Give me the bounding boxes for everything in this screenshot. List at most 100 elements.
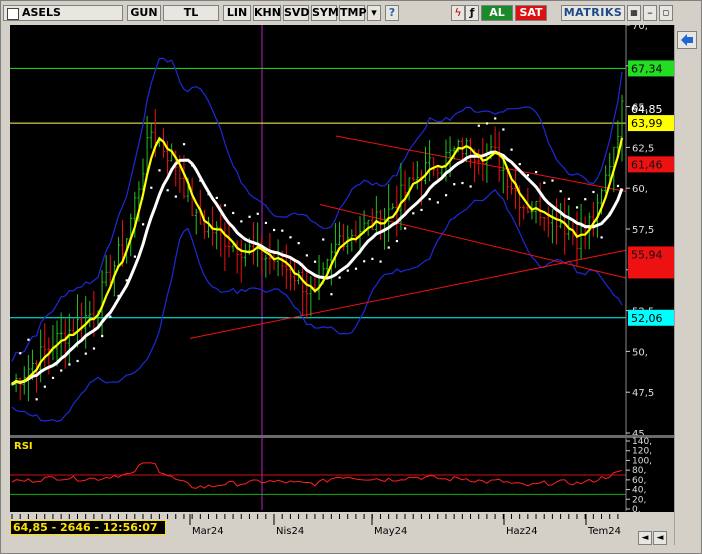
candle: [71, 318, 75, 335]
sar-dot: [313, 260, 317, 263]
zoom-out-button[interactable]: ◄: [638, 531, 652, 545]
price-tick-label: 62,5: [632, 143, 654, 154]
sar-dot: [60, 369, 63, 372]
candle: [80, 302, 84, 339]
candle: [415, 161, 419, 190]
sar-dot: [27, 338, 30, 341]
currency-button[interactable]: TL: [163, 5, 219, 21]
candle: [546, 206, 550, 238]
trend-line: [189, 249, 627, 339]
price-chart[interactable]: 70,67,565,62,560,57,555,52,550,47,545,67…: [10, 25, 674, 539]
candle: [460, 137, 464, 163]
sar-dot: [273, 228, 276, 232]
grid-icon[interactable]: ▦: [627, 5, 641, 21]
sar-dot: [387, 246, 390, 249]
price-tick-label: 50,: [632, 347, 648, 358]
time-tick-label: Haz24: [506, 526, 538, 537]
candle: [88, 301, 92, 328]
sar-dot: [281, 229, 284, 232]
chart-window: ASELS GUN TL LIN KHN SVD SYM TMP ▾ ? ϟ ƒ…: [0, 0, 702, 554]
candle: [288, 255, 292, 291]
candle: [194, 208, 198, 235]
minimize-icon[interactable]: –: [643, 5, 657, 21]
tmp-button[interactable]: TMP: [339, 5, 367, 21]
sell-button[interactable]: SAT: [515, 5, 547, 21]
brand-logo: MATRIKS: [561, 5, 625, 21]
sar-dot: [502, 128, 505, 131]
candle: [374, 195, 378, 233]
sar-dot: [76, 359, 79, 363]
price-label: 63,99: [631, 117, 663, 130]
rsi-label: RSI: [14, 441, 33, 452]
sar-dot: [461, 181, 464, 185]
candle: [563, 197, 567, 255]
sar-dot: [379, 260, 382, 263]
svd-button[interactable]: SVD: [283, 5, 310, 21]
sym-button[interactable]: SYM: [311, 5, 339, 21]
rsi-tick-label: 100,: [632, 456, 652, 466]
time-tick-label: Nis24: [276, 526, 304, 537]
sar-dot: [51, 376, 55, 380]
upper-band: [11, 57, 623, 362]
candle: [591, 202, 595, 237]
candle: [292, 260, 296, 291]
candle: [51, 325, 55, 361]
trend-line: [319, 204, 627, 279]
candle: [67, 313, 71, 365]
price-tick-label: 47,5: [632, 388, 654, 399]
sar-dot: [289, 236, 292, 239]
sar-dot: [575, 206, 579, 209]
restore-icon[interactable]: ◻: [659, 5, 673, 21]
sar-dot: [43, 385, 46, 388]
candle: [301, 262, 305, 316]
candle: [542, 216, 546, 231]
sar-dot: [158, 169, 161, 172]
back-button[interactable]: [677, 31, 697, 49]
panel-divider: [10, 435, 674, 438]
zoom-in-button[interactable]: ◄: [653, 531, 667, 545]
candle: [526, 188, 530, 214]
price-tick-label: 57,5: [632, 225, 654, 236]
sar-dot: [346, 269, 349, 272]
price-tick-label: 70,: [632, 25, 648, 32]
candle: [309, 276, 313, 317]
time-tick-label: Tem24: [587, 526, 621, 537]
khn-button[interactable]: KHN: [253, 5, 281, 21]
sar-dot: [92, 347, 96, 350]
template-dropdown-icon[interactable]: ▾: [367, 5, 381, 21]
period-button[interactable]: GUN: [127, 5, 161, 21]
candle: [116, 236, 120, 267]
candle: [604, 165, 608, 193]
sar-dot: [444, 194, 448, 197]
rsi-tick-label: 120,: [632, 447, 652, 457]
candle: [63, 318, 67, 369]
buy-button[interactable]: AL: [481, 5, 513, 21]
symbol-field[interactable]: ASELS: [3, 5, 123, 21]
sar-dot: [428, 198, 431, 201]
sar-dot: [223, 204, 227, 207]
help-icon[interactable]: ?: [385, 5, 399, 21]
lightning-icon[interactable]: ϟ: [451, 5, 465, 21]
sar-dot: [84, 352, 87, 355]
sar-dot: [133, 255, 137, 258]
candle: [305, 271, 309, 318]
sar-dot: [35, 398, 38, 401]
sar-dot: [535, 171, 538, 174]
side-panel: [674, 25, 699, 545]
rsi-tick-label: 20,: [632, 495, 646, 505]
sar-dot: [215, 196, 218, 199]
candle: [522, 204, 526, 220]
sar-dot: [182, 143, 186, 146]
sar-dot: [395, 239, 399, 243]
sar-dot: [240, 220, 243, 223]
sar-dot: [436, 201, 439, 204]
linear-button[interactable]: LIN: [223, 5, 251, 21]
rsi-tick-label: 40,: [632, 486, 646, 496]
rsi-tick-label: 60,: [632, 476, 646, 486]
sar-dot: [371, 257, 374, 261]
candle: [260, 235, 264, 275]
sar-dot: [469, 185, 472, 188]
tool-icon[interactable]: ƒ: [465, 5, 479, 21]
sar-dot: [322, 238, 325, 241]
sar-dot: [354, 267, 358, 270]
